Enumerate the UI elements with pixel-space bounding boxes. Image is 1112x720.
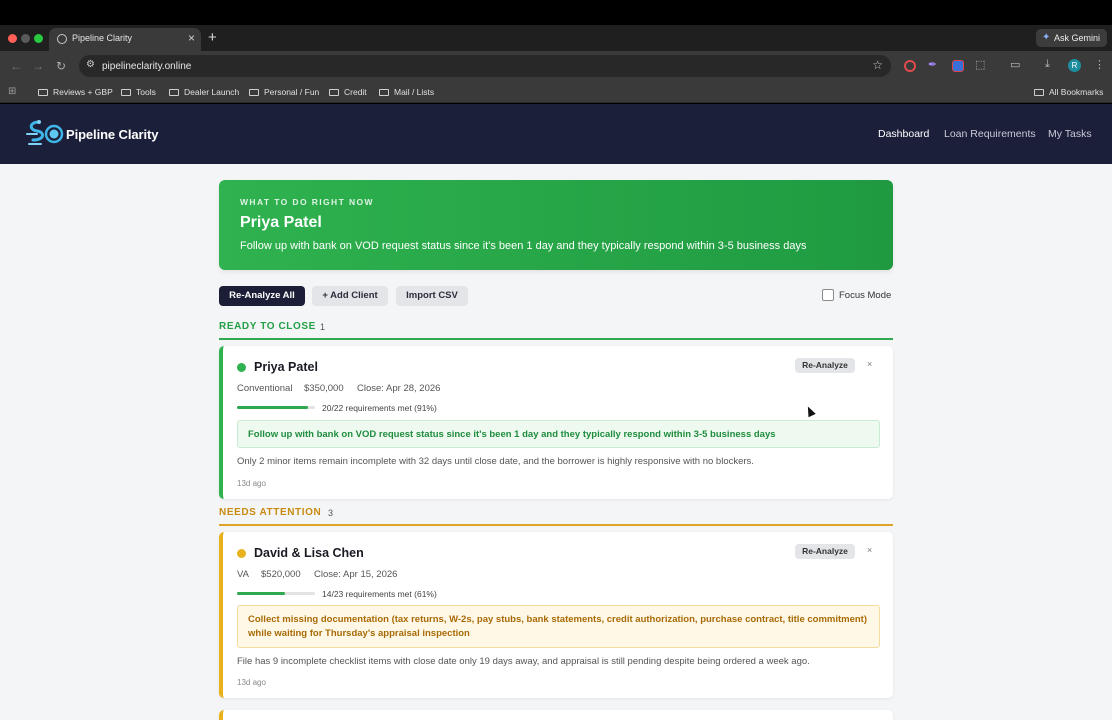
- requirements-progress-bar: [237, 592, 315, 595]
- app-logo-text[interactable]: Pipeline Clarity: [66, 127, 158, 142]
- reanalyze-all-button[interactable]: Re-Analyze All: [219, 286, 305, 306]
- folder-icon: [1034, 89, 1044, 96]
- browser-tab[interactable]: Pipeline Clarity ×: [49, 28, 201, 51]
- download-icon[interactable]: ⤓: [1045, 58, 1050, 71]
- extension-pen-icon[interactable]: ✒: [928, 58, 937, 71]
- status-dot: [237, 363, 246, 372]
- reload-icon[interactable]: ↻: [56, 59, 66, 73]
- bookmark-star-icon[interactable]: ☆: [872, 58, 883, 72]
- window-zoom-control[interactable]: [34, 34, 43, 43]
- close-date: Close: Apr 28, 2026: [357, 383, 441, 394]
- status-dot: [237, 549, 246, 558]
- forward-icon[interactable]: →: [32, 59, 44, 73]
- client-card[interactable]: Priya Patel Re-Analyze × Conventional $3…: [219, 346, 893, 499]
- bookmark-folder[interactable]: Dealer Launch: [169, 87, 239, 97]
- bookmark-folder[interactable]: Reviews + GBP: [38, 87, 113, 97]
- window-minimize-control[interactable]: [21, 34, 30, 43]
- section-count: 3: [328, 508, 334, 518]
- client-name: David & Lisa Chen: [254, 546, 364, 560]
- banner-eyebrow: WHAT TO DO RIGHT NOW: [240, 197, 374, 207]
- back-icon[interactable]: ←: [10, 59, 22, 73]
- section-count: 1: [320, 322, 326, 332]
- requirements-text: 20/22 requirements met (91%): [322, 403, 437, 413]
- tab-close-icon[interactable]: ×: [188, 31, 195, 45]
- add-client-button[interactable]: + Add Client: [312, 286, 388, 306]
- card-summary: Only 2 minor items remain incomplete wit…: [237, 456, 754, 467]
- nav-dashboard[interactable]: Dashboard: [878, 128, 929, 140]
- new-tab-icon[interactable]: +: [208, 29, 217, 46]
- next-step-callout: Collect missing documentation (tax retur…: [237, 605, 880, 648]
- bookmark-folder[interactable]: Mail / Lists: [379, 87, 434, 97]
- reanalyze-button[interactable]: Re-Analyze: [795, 358, 855, 373]
- site-settings-icon[interactable]: ⚙: [86, 59, 95, 70]
- all-bookmarks[interactable]: All Bookmarks: [1034, 87, 1103, 97]
- updated-ago: 13d ago: [237, 479, 266, 488]
- folder-icon: [249, 89, 259, 96]
- bookmark-folder[interactable]: Personal / Fun: [249, 87, 319, 97]
- loan-amount: $520,000: [261, 569, 301, 580]
- bookmarks-bar: [0, 81, 1112, 103]
- folder-icon: [379, 89, 389, 96]
- updated-ago: 13d ago: [237, 678, 266, 687]
- window-close-control[interactable]: [8, 34, 17, 43]
- bookmark-folder[interactable]: Credit: [329, 87, 367, 97]
- nav-loan-requirements[interactable]: Loan Requirements: [944, 128, 1036, 140]
- loan-amount: $350,000: [304, 383, 344, 394]
- folder-icon: [121, 89, 131, 96]
- extension-red-icon[interactable]: [904, 60, 916, 72]
- folder-icon: [169, 89, 179, 96]
- extension-badge-icon[interactable]: [952, 60, 964, 72]
- close-date: Close: Apr 15, 2026: [314, 569, 398, 580]
- loan-type: Conventional: [237, 383, 293, 394]
- section-title-needs-attention: NEEDS ATTENTION: [219, 507, 322, 518]
- focus-mode-label: Focus Mode: [839, 290, 892, 301]
- client-name: Priya Patel: [254, 360, 318, 374]
- focus-mode-checkbox[interactable]: [822, 289, 834, 301]
- url-text: pipelineclarity.online: [102, 61, 192, 72]
- dismiss-icon[interactable]: ×: [867, 359, 872, 369]
- import-csv-button[interactable]: Import CSV: [396, 286, 468, 306]
- loan-type: VA: [237, 569, 249, 580]
- os-menubar: [0, 0, 1112, 25]
- section-divider: [219, 338, 893, 340]
- more-menu-icon[interactable]: ⋮: [1094, 58, 1105, 71]
- client-card[interactable]: [219, 710, 893, 720]
- banner-action-text: Follow up with bank on VOD request statu…: [240, 240, 807, 252]
- apps-grid-icon[interactable]: ⊞: [8, 86, 16, 97]
- sparkle-icon: ✦: [1042, 32, 1051, 43]
- pipeline-logo-icon: [26, 120, 64, 145]
- section-title-ready-to-close: READY TO CLOSE: [219, 321, 316, 332]
- banner-client-name: Priya Patel: [240, 214, 322, 231]
- client-card[interactable]: David & Lisa Chen Re-Analyze × VA $520,0…: [219, 532, 893, 698]
- progress-fill: [237, 592, 285, 595]
- requirements-text: 14/23 requirements met (61%): [322, 589, 437, 599]
- reanalyze-button[interactable]: Re-Analyze: [795, 544, 855, 559]
- profile-avatar[interactable]: R: [1068, 59, 1081, 72]
- requirements-progress-bar: [237, 406, 315, 409]
- folder-icon: [38, 89, 48, 96]
- address-bar[interactable]: ⚙ pipelineclarity.online ☆: [79, 55, 891, 77]
- progress-fill: [237, 406, 308, 409]
- section-divider: [219, 524, 893, 526]
- folder-icon: [329, 89, 339, 96]
- globe-icon: [57, 34, 67, 44]
- extensions-puzzle-icon[interactable]: ⬚: [975, 58, 985, 71]
- ask-gemini-button[interactable]: ✦ Ask Gemini: [1036, 29, 1107, 47]
- dismiss-icon[interactable]: ×: [867, 545, 872, 555]
- bookmark-folder[interactable]: Tools: [121, 87, 156, 97]
- next-action-banner: WHAT TO DO RIGHT NOW Priya Patel Follow …: [219, 180, 893, 270]
- tab-title: Pipeline Clarity: [72, 33, 133, 43]
- dashboard-page: WHAT TO DO RIGHT NOW Priya Patel Follow …: [0, 164, 1112, 720]
- nav-my-tasks[interactable]: My Tasks: [1048, 128, 1092, 140]
- next-step-callout: Follow up with bank on VOD request statu…: [237, 420, 880, 448]
- card-summary: File has 9 incomplete checklist items wi…: [237, 656, 810, 667]
- side-panel-icon[interactable]: ▭: [1010, 58, 1020, 71]
